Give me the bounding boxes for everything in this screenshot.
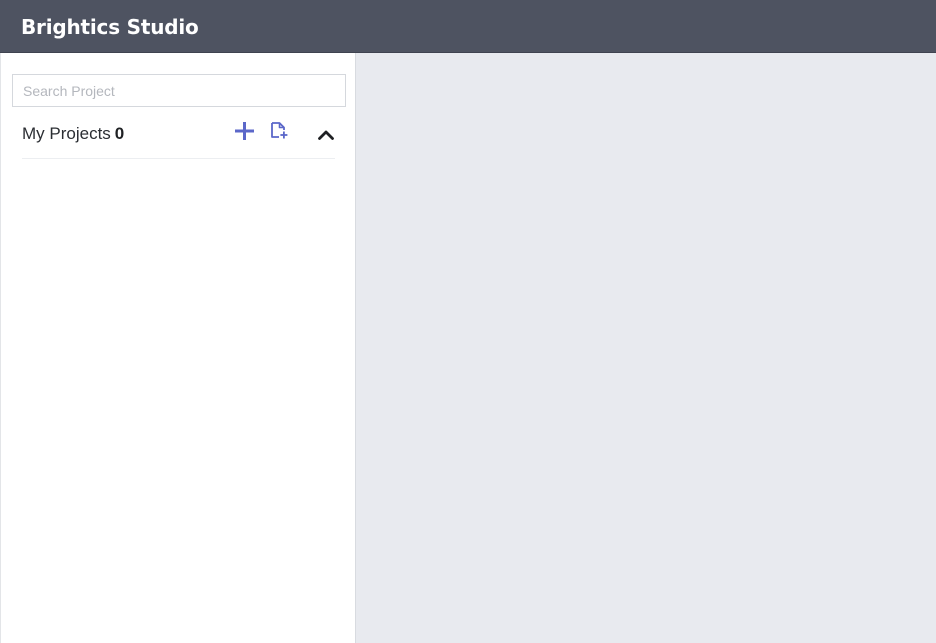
collapse-projects-button[interactable] — [315, 124, 337, 146]
app-title: Brightics Studio — [21, 15, 199, 39]
file-add-icon — [271, 122, 288, 139]
my-projects-title: My Projects 0 — [22, 124, 124, 144]
chevron-up-icon — [318, 130, 334, 140]
main-workspace — [356, 53, 936, 643]
sidebar: My Projects0 — [0, 53, 356, 643]
app-window: Brightics Studio My Projects0 — [0, 0, 936, 643]
top-bar: Brightics Studio — [0, 0, 936, 53]
my-projects-label: My Projects — [22, 124, 111, 143]
add-project-button[interactable] — [233, 120, 255, 142]
project-count: 0 — [114, 124, 125, 143]
my-projects-header: My Projects 0 — [22, 114, 335, 159]
plus-icon — [235, 122, 254, 140]
import-project-button[interactable] — [268, 120, 290, 142]
search-project-input[interactable] — [12, 74, 346, 107]
